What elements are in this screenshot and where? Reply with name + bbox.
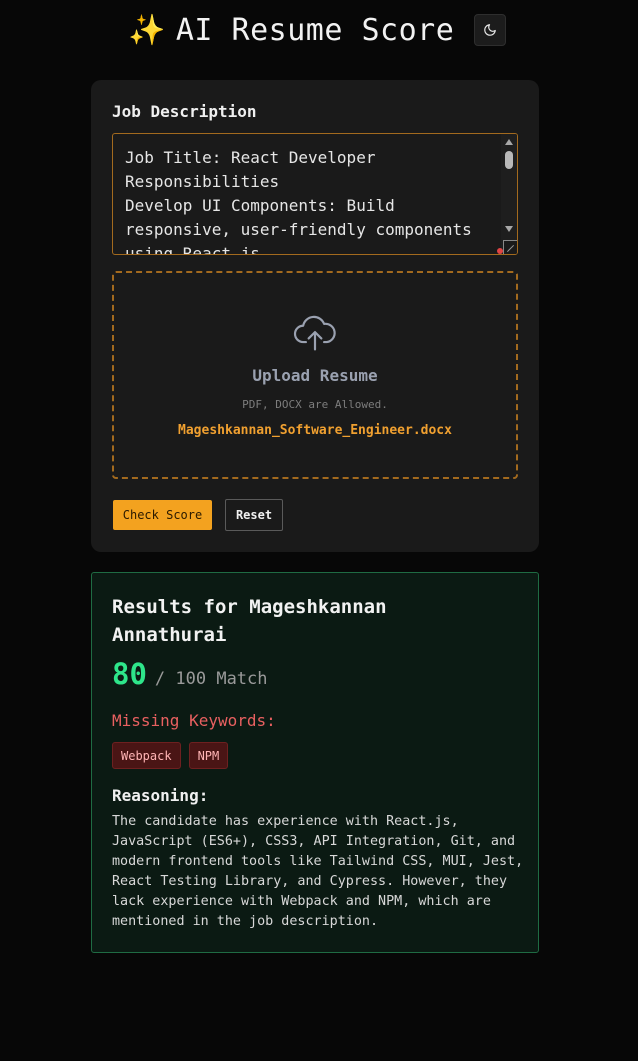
keyword-chip: Webpack	[112, 742, 181, 769]
job-description-textarea[interactable]: Job Title: React Developer Responsibilit…	[112, 133, 518, 255]
page-title-text: AI Resume Score	[175, 13, 455, 48]
score-suffix: / 100 Match	[154, 669, 268, 689]
scroll-thumb[interactable]	[505, 151, 513, 169]
resize-handle[interactable]	[503, 240, 517, 254]
reasoning-text: The candidate has experience with React.…	[112, 814, 524, 929]
upload-hint: PDF, DOCX are Allowed.	[242, 398, 388, 411]
upload-title: Upload Resume	[252, 366, 378, 385]
score-row: 80 / 100 Match	[112, 657, 268, 691]
scroll-down-arrow-icon[interactable]	[505, 226, 513, 232]
theme-toggle-button[interactable]	[474, 14, 506, 46]
results-title: Results for Mageshkannan Annathurai	[112, 596, 387, 646]
scroll-up-arrow-icon[interactable]	[505, 139, 513, 145]
focus-indicator-dot	[497, 248, 503, 254]
resume-form-card: Job Description Job Title: React Develop…	[91, 80, 539, 552]
results-panel: Results for Mageshkannan Annathurai 80 / …	[91, 572, 539, 953]
moon-icon	[484, 24, 496, 36]
textarea-scrollbar[interactable]	[501, 134, 517, 254]
keyword-chip: NPM	[188, 742, 229, 769]
missing-keywords-list: Webpack NPM	[112, 742, 229, 769]
sparkles-icon: ✨	[128, 13, 166, 48]
page-title: ✨ AI Resume Score	[128, 11, 454, 51]
job-description-value: Job Title: React Developer Responsibilit…	[125, 148, 472, 255]
check-score-button[interactable]: Check Score	[113, 500, 212, 530]
uploaded-file-name: Mageshkannan_Software_Engineer.docx	[178, 423, 452, 438]
reasoning-label: Reasoning:	[112, 786, 209, 805]
job-description-label: Job Description	[112, 102, 257, 121]
reset-button[interactable]: Reset	[225, 499, 283, 531]
app-header: ✨ AI Resume Score	[0, 0, 638, 62]
score-value: 80	[112, 657, 147, 691]
cloud-upload-icon	[293, 315, 336, 351]
missing-keywords-label: Missing Keywords:	[112, 711, 276, 730]
resume-upload-dropzone[interactable]: Upload Resume PDF, DOCX are Allowed. Mag…	[112, 271, 518, 479]
